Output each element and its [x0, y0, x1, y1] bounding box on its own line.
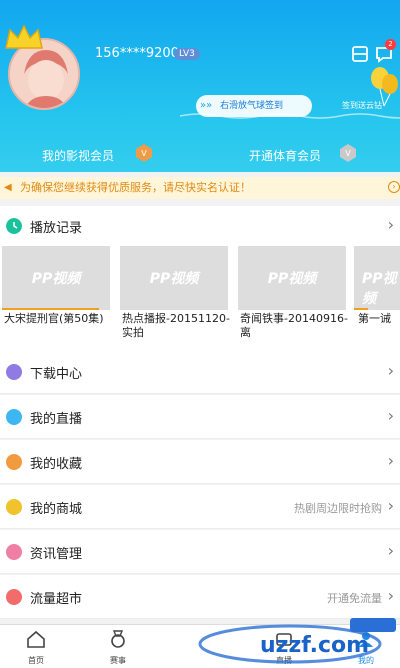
chevron-right-icon: ›	[387, 361, 394, 380]
history-title: 大宋提刑官(第50集)	[4, 312, 104, 325]
menu-row-favorites[interactable]: 我的收藏 ›	[0, 440, 400, 484]
history-progress	[354, 308, 368, 310]
history-title: 奇闻铁事-20140916-离	[240, 312, 348, 339]
sports-badge-icon: V	[340, 144, 356, 162]
tab-home[interactable]: 首页	[6, 625, 66, 668]
swipe-checkin-pill[interactable]: 右滑放气球签到	[196, 95, 312, 117]
vip-badge-icon: V	[136, 144, 152, 162]
scan-icon[interactable]	[350, 44, 370, 64]
menu-label: 下载中心	[30, 367, 83, 382]
history-clock-icon	[6, 218, 22, 234]
history-title: 第一诫	[358, 312, 391, 325]
menu-label: 我的直播	[30, 412, 83, 427]
speaker-icon: ◀	[4, 182, 12, 193]
uzzf-watermark-logo: uzzf.com	[198, 618, 396, 664]
shop-icon	[6, 499, 22, 515]
menu-label: 我的收藏	[30, 457, 83, 472]
menu-label: 我的商城	[30, 502, 83, 517]
medal-icon	[111, 630, 125, 648]
crown-icon	[5, 24, 43, 49]
history-title: 热点播报-20151120-实拍	[122, 312, 230, 339]
menu-label: 流量超市	[30, 592, 83, 607]
history-thumb[interactable]: PP视频	[120, 246, 228, 310]
menu-row-mall[interactable]: 我的商城 热剧周边限时抢购 ›	[0, 485, 400, 529]
tab-events[interactable]: 赛事	[88, 625, 148, 668]
my-vip-membership[interactable]: 我的影视会员	[42, 147, 114, 164]
chevron-right-icon: ›	[387, 496, 394, 515]
avatar-face-icon	[10, 40, 78, 108]
history-thumb[interactable]: PP视频	[2, 246, 110, 310]
history-thumb[interactable]: PP视频	[238, 246, 346, 310]
news-icon	[6, 544, 22, 560]
chevron-right-icon: ›	[387, 541, 394, 560]
drop-icon	[6, 589, 22, 605]
data-promo: 开通免流量	[327, 592, 382, 605]
history-thumb[interactable]: PP视频	[354, 246, 400, 310]
profile-header: 156****9200 LV3 2 右滑放气球签到 »» 签到送云钻 我的影视会…	[0, 0, 400, 172]
level-badge: LV3	[174, 48, 200, 60]
chevron-right-icon: ›	[387, 451, 394, 470]
heart-icon	[6, 454, 22, 470]
notice-arrow-icon[interactable]: ›	[388, 181, 400, 193]
menu-label: 资讯管理	[30, 547, 83, 562]
menu-row-download[interactable]: 下载中心 ›	[0, 350, 400, 394]
chevron-right-icon: ›	[387, 406, 394, 425]
message-badge: 2	[385, 39, 396, 50]
history-label[interactable]: 播放记录	[30, 217, 82, 236]
svg-text:uzzf.com: uzzf.com	[260, 633, 369, 658]
menu-row-data[interactable]: 流量超市 开通免流量 ›	[0, 575, 400, 619]
history-progress	[2, 308, 100, 310]
checkin-reward-text: 签到送云钻	[342, 101, 382, 110]
menu-row-news[interactable]: 资讯管理 ›	[0, 530, 400, 574]
chevron-right-icon[interactable]: ›	[388, 215, 394, 234]
history-section: 播放记录 › PP视频 大宋提刑官(第50集) PP视频 热点播报-201511…	[0, 206, 400, 354]
mall-promo: 热剧周边限时抢购	[294, 502, 382, 515]
sports-membership[interactable]: 开通体育会员	[249, 147, 321, 164]
download-icon	[6, 364, 22, 380]
username[interactable]: 156****9200	[95, 46, 179, 61]
svg-text:V: V	[141, 149, 147, 158]
home-icon	[27, 630, 45, 648]
tv-icon	[6, 409, 22, 425]
swipe-arrow-icon: »»	[200, 100, 213, 111]
chevron-right-icon: ›	[387, 586, 394, 605]
verification-notice[interactable]: 为确保您继续获得优质服务，请尽快实名认证！	[0, 177, 400, 199]
menu-row-live[interactable]: 我的直播 ›	[0, 395, 400, 439]
svg-text:V: V	[345, 149, 351, 158]
